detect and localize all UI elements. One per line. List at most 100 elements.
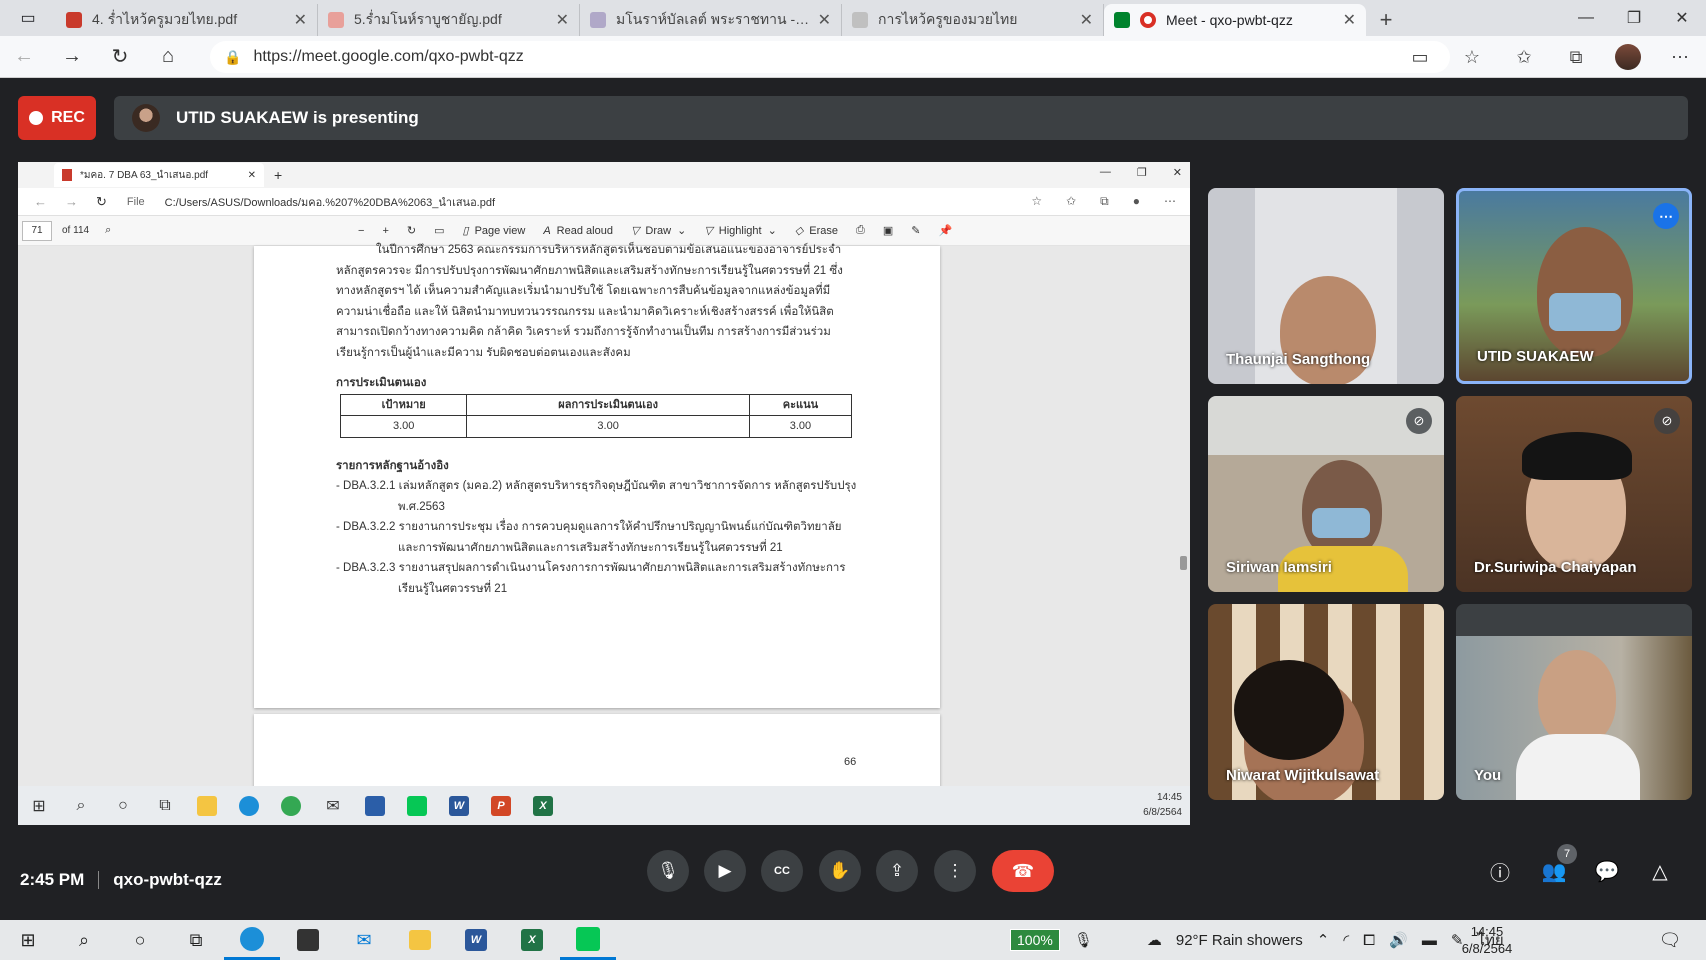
task-view-icon: ⧉	[159, 796, 171, 814]
pdf-viewer: ในปีการศึกษา 2563 คณะกรรมการบริหารหลักสู…	[18, 244, 1190, 794]
leave-call-button[interactable]: ☎	[992, 850, 1054, 892]
minimize-icon[interactable]: —	[1562, 0, 1610, 36]
refresh-icon[interactable]: ↻	[96, 36, 144, 78]
close-icon[interactable]: ✕	[1343, 10, 1356, 30]
more-options-icon[interactable]: ⋯	[1653, 203, 1679, 229]
activities-button[interactable]: △	[1643, 854, 1677, 888]
hand-icon: ✋	[829, 861, 851, 880]
table-cell: 3.00	[339, 415, 468, 438]
excel-icon[interactable]: X	[504, 920, 560, 960]
shared-screen: *มคอ. 7 DBA 63_นำเสนอ.pdf ✕ + — ❐ ✕ ← → …	[18, 162, 1190, 825]
tab-actions-icon[interactable]: ▭	[0, 0, 56, 36]
mail-icon[interactable]: ✉	[336, 920, 392, 960]
line-icon[interactable]	[560, 920, 616, 960]
volume-icon[interactable]: 🔊	[1389, 931, 1408, 949]
favorite-add-icon[interactable]: ☆	[1446, 47, 1498, 68]
battery-icon[interactable]: ▬	[1422, 932, 1437, 949]
more-options-button[interactable]: ⋮	[934, 850, 976, 892]
new-tab-button[interactable]: +	[1366, 4, 1406, 36]
pin-icon: 📌	[938, 225, 953, 237]
camera-button[interactable]: ▶	[704, 850, 746, 892]
url-field[interactable]: 🔒 https://meet.google.com/qxo-pwbt-qzz	[210, 41, 1450, 73]
zoom-indicator[interactable]: 100%	[1010, 929, 1060, 951]
recording-badge[interactable]: REC	[18, 96, 96, 140]
close-icon[interactable]: ✕	[1658, 0, 1706, 36]
shared-toolbar-right: ☆ ✩ ⧉ ● ⋯	[1031, 194, 1176, 209]
participant-tile-self[interactable]: You	[1456, 604, 1692, 800]
ref-item: - DBA.3.2.1 เล่มหลักสูตร (มคอ.2) หลักสูต…	[336, 480, 857, 513]
browser-tab[interactable]: มโนราห์บัลเลต์ พระราชทาน - The Ro ✕	[580, 4, 842, 36]
forward-icon[interactable]: →	[48, 36, 96, 78]
store-icon[interactable]	[280, 920, 336, 960]
participant-tile[interactable]: ⊘ Siriwan Iamsiri	[1208, 396, 1444, 592]
network-icon[interactable]: ◜	[1343, 931, 1349, 949]
line-icon	[396, 786, 438, 825]
weather-icon[interactable]: ☁	[1147, 931, 1162, 949]
notifications-icon[interactable]: 🗨	[1642, 920, 1698, 960]
shared-pdf-tab: *มคอ. 7 DBA 63_นำเสนอ.pdf ✕	[54, 163, 264, 187]
close-icon[interactable]: ✕	[294, 10, 307, 30]
raise-hand-button[interactable]: ✋	[819, 850, 861, 892]
hair	[1522, 432, 1632, 480]
system-clock[interactable]: 14:45 6/8/2564	[1452, 923, 1522, 957]
cortana-icon: ○	[118, 796, 128, 814]
task-view-icon[interactable]: ⧉	[168, 920, 224, 960]
back-icon[interactable]: ←	[0, 36, 48, 78]
record-icon	[29, 111, 44, 125]
close-icon[interactable]: ✕	[818, 10, 831, 30]
browser-tab[interactable]: 5.ร่ำมโนห์ราบูชายัญ.pdf ✕	[318, 4, 580, 36]
file-label: File	[126, 195, 145, 208]
meeting-details-button[interactable]: ⓘ	[1483, 854, 1517, 888]
camera-icon[interactable]: ▭	[1394, 47, 1446, 68]
present-button[interactable]: ⇪	[876, 850, 918, 892]
windows-start-icon[interactable]: ⊞	[0, 920, 56, 960]
profile-avatar[interactable]	[1602, 44, 1654, 70]
mic-tray-icon[interactable]: 🎙	[1074, 931, 1093, 949]
highlight-icon: ▽	[704, 225, 713, 237]
chevron-up-icon[interactable]: ⌃	[1317, 931, 1330, 949]
divider	[98, 871, 100, 889]
shared-clock: 14:45 6/8/2564	[1143, 792, 1182, 818]
participant-tile[interactable]: ⊘ Dr.Suriwipa Chaiyapan	[1456, 396, 1692, 592]
file-explorer-icon[interactable]	[392, 920, 448, 960]
people-button[interactable]: 👥 7	[1537, 844, 1577, 888]
participant-tile[interactable]: Niwarat Wijitkulsawat	[1208, 604, 1444, 800]
windows-taskbar: ⊞ ⌕ ○ ⧉ ✉ W X 100% 🎙 ☁ 92°F Rain showers…	[0, 920, 1706, 960]
edge-icon[interactable]	[224, 920, 280, 960]
home-icon[interactable]: ⌂	[144, 36, 192, 78]
favorites-icon[interactable]: ✩	[1498, 47, 1550, 68]
pdf-scrollbar	[1178, 246, 1188, 786]
cortana-icon[interactable]: ○	[112, 920, 168, 960]
browser-tab[interactable]: การไหว้ครูของมวยไทย ✕	[842, 4, 1104, 36]
chat-button[interactable]: 💬	[1590, 854, 1624, 888]
toolbar-right: ▭ ☆ ✩ ⧉ ⋯	[1394, 36, 1706, 78]
weather-text[interactable]: 92°F Rain showers	[1176, 932, 1303, 949]
shared-tab-label: *มคอ. 7 DBA 63_นำเสนอ.pdf	[80, 169, 209, 181]
meeting-time: 2:45 PM	[20, 870, 85, 889]
captions-button[interactable]: CC	[761, 850, 803, 892]
participant-tile-speaking[interactable]: ⋯ UTID SUAKAEW	[1456, 188, 1692, 384]
participant-video	[1537, 227, 1633, 357]
back-icon: ←	[34, 193, 47, 209]
mask	[1549, 293, 1621, 331]
restore-icon[interactable]: ❐	[1610, 0, 1658, 36]
read-aloud-icon: A	[543, 224, 551, 237]
more-icon[interactable]: ⋯	[1654, 47, 1706, 68]
page-number-input: 71	[22, 220, 52, 241]
meet-tray-icon[interactable]: ⧠	[1363, 932, 1375, 949]
page-view-icon: ▯	[462, 225, 469, 237]
close-icon[interactable]: ✕	[1080, 10, 1093, 30]
page-view-tool: ▯ Page view	[462, 224, 526, 238]
close-icon[interactable]: ✕	[556, 10, 569, 30]
browser-tab[interactable]: 4. ร่ำไหว้ครูมวยไทย.pdf ✕	[56, 4, 318, 36]
shared-address-bar: ← → ↻ File C:/Users/ASUS/Downloads/มคอ.%…	[18, 188, 1190, 216]
browser-tab-active[interactable]: Meet - qxo-pwbt-qzz ✕	[1104, 4, 1366, 36]
search-icon[interactable]: ⌕	[56, 920, 112, 960]
microphone-button[interactable]: 🎙	[647, 850, 689, 892]
collections-icon[interactable]: ⧉	[1550, 47, 1602, 68]
participant-tile[interactable]: Thaunjai Sangthong	[1208, 188, 1444, 384]
chat-icon: 💬	[1594, 860, 1620, 883]
page-total: of 114	[62, 225, 90, 236]
word-icon[interactable]: W	[448, 920, 504, 960]
self-eval-heading: การประเมินตนเอง	[336, 377, 427, 389]
